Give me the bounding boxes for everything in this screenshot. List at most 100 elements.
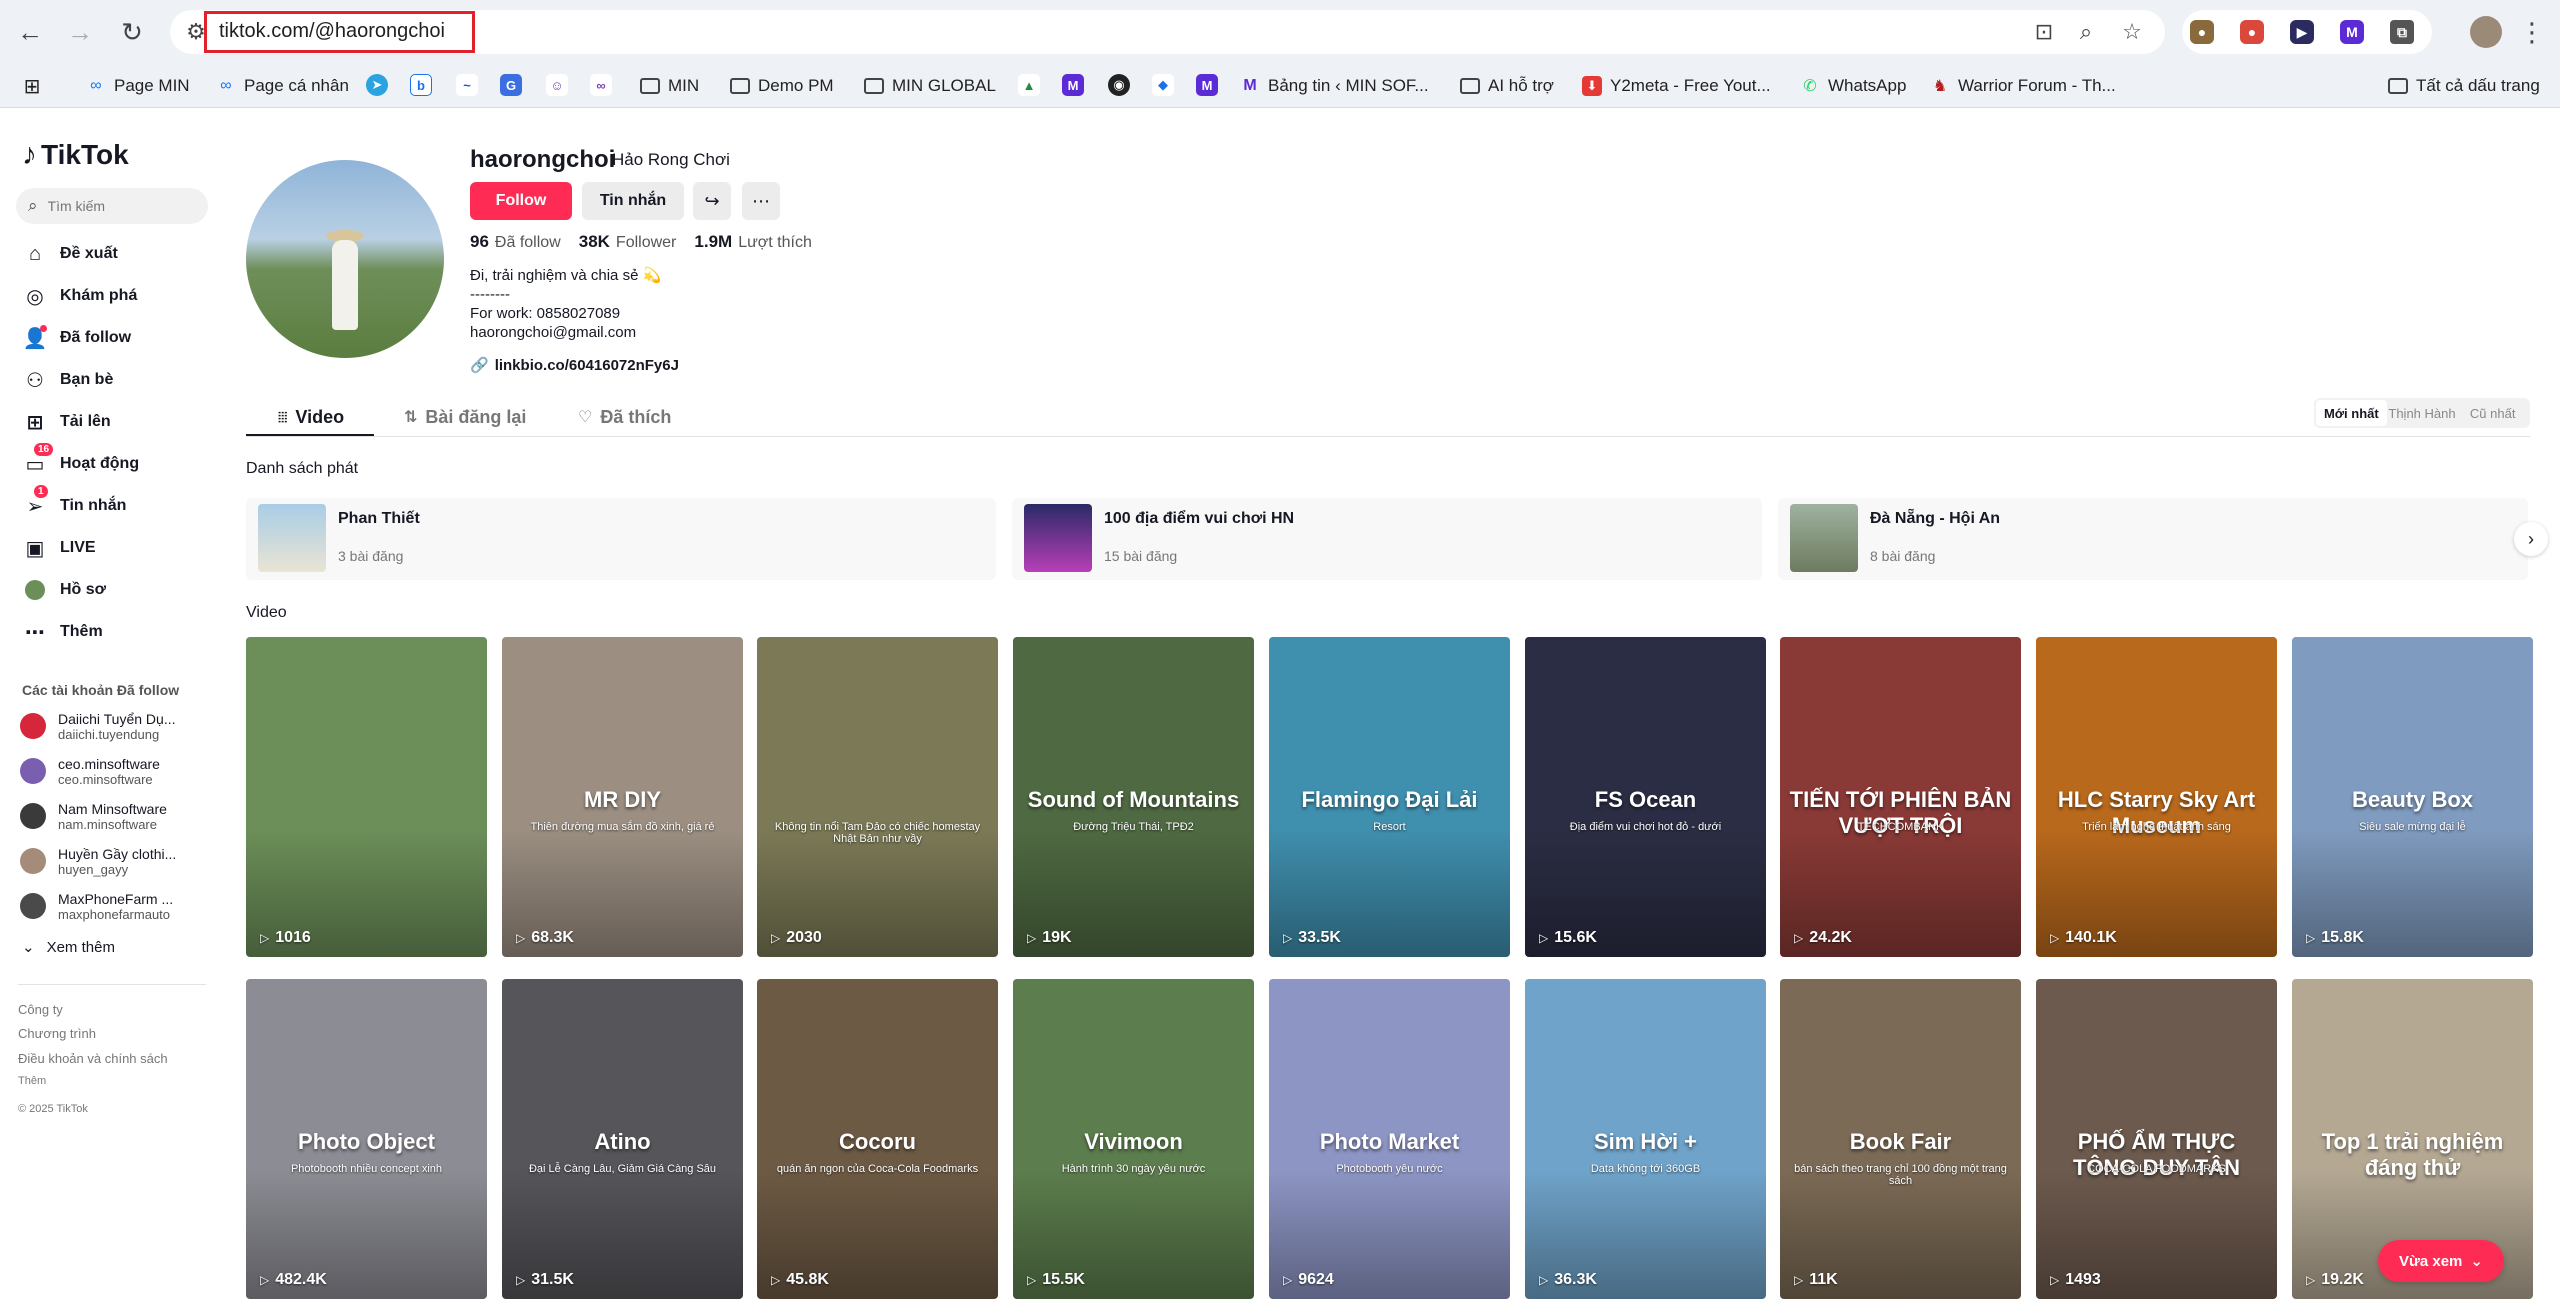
min-icon: M <box>1243 77 1257 94</box>
recently-viewed-button[interactable]: Vừa xem ⌄ <box>2378 1240 2504 1282</box>
video-card[interactable]: Vivimoon Hành trình 30 ngày yêu nước ▷ 15.5… <box>1013 979 1254 1299</box>
bookmark-all-bookmarks[interactable]: Tất cả dấu trang <box>2388 72 2540 100</box>
bookmark-folder-ai[interactable]: AI hỗ trợ <box>1460 72 1554 100</box>
url-text[interactable]: tiktok.com/@haorongchoi <box>219 20 445 43</box>
bookmark-warrior-forum[interactable]: ♞ Warrior Forum - Th... <box>1930 72 2116 100</box>
apps-grid-icon[interactable]: ⊞ <box>22 72 50 100</box>
video-card[interactable]: Không tin nổi Tam Đảo có chiếc homestay … <box>757 637 998 957</box>
video-card[interactable]: TIẾN TỚI PHIÊN BẢN VƯỢT TRỘI TECHCOMBANK ▷… <box>1780 637 2021 957</box>
nav-upload[interactable]: ⊞ Tải lên <box>22 407 111 437</box>
tiktok-logo[interactable]: ♪ TikTok <box>22 138 129 172</box>
share-icon[interactable]: ↪ <box>693 182 731 220</box>
cookie-editor-extension-icon[interactable]: ● <box>2240 20 2264 44</box>
footer-link-terms[interactable]: Điều khoản và chính sách <box>18 1051 168 1066</box>
reload-icon[interactable]: ↻ <box>116 16 148 48</box>
install-app-icon[interactable]: ⊡ <box>2030 18 2058 46</box>
bio-link[interactable]: 🔗 linkbio.co/60416072nFy6J <box>470 356 679 375</box>
bookmark-icon[interactable]: ∞ <box>590 74 612 96</box>
min-extension-icon[interactable]: M <box>2340 20 2364 44</box>
bookmark-icon[interactable]: ☺ <box>546 74 568 96</box>
puzzle-extensions-icon[interactable]: ⧉ <box>2390 20 2414 44</box>
footer-link-company[interactable]: Công ty <box>18 1002 63 1017</box>
search-input[interactable] <box>47 198 188 214</box>
following-account[interactable]: Daiichi Tuyển Dụ... daiichi.tuyendung <box>20 706 176 746</box>
bookmark-folder-demo-pm[interactable]: Demo PM <box>730 72 834 100</box>
nav-profile[interactable]: Hồ sơ <box>22 575 106 605</box>
translate-icon[interactable]: G <box>500 74 522 96</box>
bookmark-page-min[interactable]: ∞ Page MIN <box>86 72 189 100</box>
video-card[interactable]: Book Fair bán sách theo trang chỉ 100 đồn… <box>1780 979 2021 1299</box>
min-icon[interactable]: M <box>1062 74 1084 96</box>
tab-liked[interactable]: ♡ Đã thích <box>578 398 671 436</box>
tab-reposts[interactable]: ⇅ Bài đăng lại <box>404 398 526 436</box>
star-bookmark-icon[interactable]: ☆ <box>2118 18 2146 46</box>
following-account[interactable]: ceo.minsoftware ceo.minsoftware <box>20 751 160 791</box>
video-card[interactable]: Atino Đại Lễ Càng Lâu, Giảm Giá Càng Sâu ▷… <box>502 979 743 1299</box>
following-account[interactable]: MaxPhoneFarm ... maxphonefarmauto <box>20 886 173 926</box>
playlist-card[interactable]: 100 địa điểm vui chơi HN 15 bài đăng <box>1012 498 1762 580</box>
telegram-icon[interactable]: ➤ <box>366 74 388 96</box>
forward-icon[interactable]: → <box>64 16 96 48</box>
nav-activity[interactable]: ▭ 16 Hoạt động <box>22 443 139 479</box>
video-card[interactable]: ▷ 1016 <box>246 637 487 957</box>
stat-following[interactable]: 96 Đã follow <box>470 232 561 252</box>
message-button[interactable]: Tin nhắn <box>582 182 684 220</box>
playlist-card[interactable]: Đà Nẵng - Hội An 8 bài đăng <box>1778 498 2528 580</box>
playlist-card[interactable]: Phan Thiết 3 bài đăng <box>246 498 996 580</box>
nav-messages[interactable]: ➢ 1 Tin nhắn <box>22 485 126 521</box>
cookie-extension-icon[interactable]: ● <box>2190 20 2214 44</box>
video-caption: FS Ocean <box>1594 787 1697 812</box>
nav-live[interactable]: ▣ LIVE <box>22 533 96 563</box>
following-account[interactable]: Huyền Gầy clothi... huyen_gayy <box>20 841 176 881</box>
bookmark-page-ca-nhan[interactable]: ∞ Page cá nhân <box>216 72 349 100</box>
bookmark-whatsapp[interactable]: ✆ WhatsApp <box>1800 72 1906 100</box>
sort-newest[interactable]: Mới nhất <box>2316 400 2387 426</box>
bookmark-y2meta[interactable]: ⬇ Y2meta - Free Yout... <box>1582 72 1771 100</box>
video-card[interactable]: Sim Hời + Data không tới 360GB ▷ 36.3K <box>1525 979 1766 1299</box>
video-card[interactable]: Sound of Mountains Đường Triệu Thái, TPĐ2… <box>1013 637 1254 957</box>
bookmark-icon[interactable]: ◆ <box>1152 74 1174 96</box>
nav-explore[interactable]: ◎ Khám phá <box>22 281 137 311</box>
follow-button[interactable]: Follow <box>470 182 572 220</box>
video-card[interactable]: HLC Starry Sky Art Museum Triển lãm nghệ … <box>2036 637 2277 957</box>
video-card[interactable]: PHỐ ẨM THỰC TÔNG DUY TÂN COCA-COLA FOODMA… <box>2036 979 2277 1299</box>
bookmark-icon[interactable]: ◉ <box>1108 74 1130 96</box>
video-caption: Top 1 trải nghiệm đáng thử <box>2321 1129 2504 1180</box>
back-icon[interactable]: ← <box>14 16 46 48</box>
play-icon: ▷ <box>1539 1273 1549 1287</box>
bookmark-icon[interactable]: ~ <box>456 74 478 96</box>
sort-popular[interactable]: Thịnh Hành <box>2387 400 2458 426</box>
sort-oldest[interactable]: Cũ nhất <box>2457 400 2528 426</box>
bookmark-folder-min[interactable]: MIN <box>640 72 699 100</box>
cursor-extension-icon[interactable]: ▶ <box>2290 20 2314 44</box>
min-icon[interactable]: M <box>1196 74 1218 96</box>
more-options-icon[interactable]: ⋯ <box>742 182 780 220</box>
bookmark-icon[interactable]: b <box>410 74 432 96</box>
tab-video[interactable]: ⦙⦙⦙ Video <box>278 398 344 436</box>
chevron-right-icon[interactable]: › <box>2514 522 2548 556</box>
nav-following[interactable]: 👤 Đã follow <box>22 323 131 353</box>
video-caption: Beauty Box <box>2351 787 2474 812</box>
video-card[interactable]: FS Ocean Địa điểm vui chơi hot đỏ - dưới ▷… <box>1525 637 1766 957</box>
drive-icon[interactable]: ▲ <box>1018 74 1040 96</box>
footer-link-program[interactable]: Chương trình <box>18 1026 96 1041</box>
search-box[interactable]: ⌕ <box>16 188 208 224</box>
video-card[interactable]: MR DIY Thiên đường mua sắm đồ xinh, giá r… <box>502 637 743 957</box>
stat-followers[interactable]: 38K Follower <box>579 232 677 252</box>
nav-for-you[interactable]: ⌂ Đề xuất <box>22 239 118 269</box>
footer-link-more[interactable]: Thêm <box>18 1075 46 1087</box>
bookmark-folder-min-global[interactable]: MIN GLOBAL <box>864 72 996 100</box>
profile-avatar-icon[interactable] <box>2470 16 2502 48</box>
zoom-icon[interactable]: ⌕ <box>2072 18 2100 46</box>
following-account[interactable]: Nam Minsoftware nam.minsoftware <box>20 796 167 836</box>
video-card[interactable]: Photo Object Photobooth nhiều concept xin… <box>246 979 487 1299</box>
browser-menu-icon[interactable]: ⋮ <box>2516 16 2548 48</box>
nav-more[interactable]: ⋯ Thêm <box>22 617 103 647</box>
video-card[interactable]: Photo Market Photobooth yêu nước ▷ 9624 <box>1269 979 1510 1299</box>
video-card[interactable]: Cocoru quán ăn ngon của Coca-Cola Foodmar… <box>757 979 998 1299</box>
bookmark-bang-tin[interactable]: M Bảng tin ‹ MIN SOF... <box>1240 72 1428 100</box>
video-card[interactable]: Beauty Box Siêu sale mừng đại lễ ▷ 15.8K <box>2292 637 2533 957</box>
nav-friends[interactable]: ⚇ Bạn bè <box>22 365 113 395</box>
see-more-button[interactable]: ⌄ Xem thêm <box>22 938 115 957</box>
video-card[interactable]: Flamingo Đại Lải Resort ▷ 33.5K <box>1269 637 1510 957</box>
